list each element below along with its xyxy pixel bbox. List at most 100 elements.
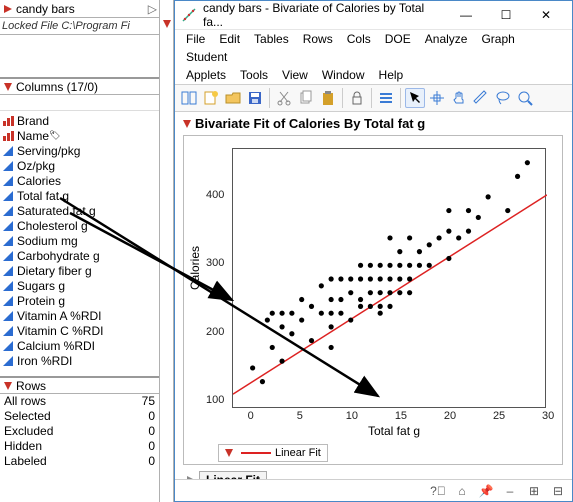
column-item[interactable]: Oz/pkg [0,158,159,173]
titlebar[interactable]: candy bars - Bivariate of Calories by To… [175,1,572,29]
new-icon[interactable] [201,88,221,108]
column-name: Sodium mg [17,234,78,248]
continuous-icon [2,160,14,172]
column-name: Saturated fat g [17,204,96,218]
column-item[interactable]: Calories [0,173,159,188]
column-item[interactable]: Cholesterol g [0,218,159,233]
collapse-icon[interactable]: ⊟ [550,483,566,499]
brush-tool-icon[interactable] [471,88,491,108]
row-label: Selected [4,409,51,424]
rows-stat[interactable]: All rows75 [0,394,159,409]
x-tick: 15 [395,410,407,422]
copy-icon[interactable] [296,88,316,108]
rows-stat[interactable]: Excluded0 [0,424,159,439]
window-title: candy bars - Bivariate of Calories by To… [203,1,446,29]
menu-file[interactable]: File [179,30,212,48]
fit-line-swatch [241,452,271,454]
menu-help[interactable]: Help [372,66,411,84]
menu-applets[interactable]: Applets [179,66,233,84]
panel-menu-icon[interactable]: ▷ [143,2,157,16]
disclosure-icon[interactable] [161,18,173,30]
crosshair-tool-icon[interactable] [427,88,447,108]
column-name: Vitamin A %RDI [17,309,101,323]
bivariate-window: candy bars - Bivariate of Calories by To… [174,0,573,502]
column-name: Oz/pkg [17,159,55,173]
column-name: Serving/pkg [17,144,80,158]
columns-header[interactable]: Columns (17/0) [0,77,159,95]
menu-window[interactable]: Window [315,66,372,84]
y-tick: 300 [206,257,224,269]
save-icon[interactable] [245,88,265,108]
column-item[interactable]: Carbohydrate g [0,248,159,263]
menu-analyze[interactable]: Analyze [418,30,475,48]
lock-icon[interactable] [347,88,367,108]
menu-doe[interactable]: DOE [378,30,418,48]
column-name: Name [17,129,49,143]
column-item[interactable]: Total fat g [0,188,159,203]
row-label: Hidden [4,439,42,454]
hand-tool-icon[interactable] [449,88,469,108]
column-name: Cholesterol g [17,219,88,233]
minimize-button[interactable]: — [446,2,486,28]
menu-graph[interactable]: Graph [474,30,521,48]
arrow-tool-icon[interactable] [405,88,425,108]
column-name: Vitamin C %RDI [17,324,103,338]
column-item[interactable]: Iron %RDI [0,353,159,368]
scatter-chart[interactable]: Calories Total fat g 1002003004000510152… [188,140,558,440]
panel-toggle-icon[interactable] [179,88,199,108]
maximize-button[interactable]: ☐ [486,2,526,28]
rows-header[interactable]: Rows [0,376,159,394]
lasso-tool-icon[interactable] [493,88,513,108]
continuous-icon [2,175,14,187]
fit-legend[interactable]: Linear Fit [218,444,328,462]
menu-edit[interactable]: Edit [212,30,247,48]
column-item[interactable]: Vitamin A %RDI [0,308,159,323]
continuous-icon [2,280,14,292]
pin-icon[interactable]: 📌 [478,483,494,499]
rows-stat[interactable]: Selected0 [0,409,159,424]
column-item[interactable]: Sugars g [0,278,159,293]
menu-cols[interactable]: Cols [340,30,378,48]
column-name: Total fat g [17,189,69,203]
rows-stat[interactable]: Labeled0 [0,454,159,469]
continuous-icon [2,325,14,337]
column-item[interactable]: Protein g [0,293,159,308]
column-item[interactable]: Dietary fiber g [0,263,159,278]
rows-stat[interactable]: Hidden0 [0,439,159,454]
paste-icon[interactable] [318,88,338,108]
close-button[interactable]: ✕ [526,2,566,28]
open-icon[interactable] [223,88,243,108]
minus-icon[interactable]: – [502,483,518,499]
help-icon[interactable]: ?⃝ [430,483,446,499]
continuous-icon [2,250,14,262]
home-icon[interactable]: ⌂ [454,483,470,499]
column-item[interactable]: Vitamin C %RDI [0,323,159,338]
column-item[interactable]: Brand [0,113,159,128]
bivariate-app-icon [181,7,197,23]
menu-dropdown-icon[interactable] [376,88,396,108]
column-item[interactable]: Sodium mg [0,233,159,248]
column-name: Iron %RDI [17,354,72,368]
column-search-input[interactable] [0,96,159,111]
menu-rows[interactable]: Rows [296,30,340,48]
column-item[interactable]: Saturated fat g [0,203,159,218]
disclosure-icon[interactable] [223,447,235,459]
menu-view[interactable]: View [275,66,315,84]
column-item[interactable]: Calcium %RDI [0,338,159,353]
cut-icon[interactable] [274,88,294,108]
column-item[interactable]: Name 🏷 [0,128,159,143]
menu-tables[interactable]: Tables [247,30,296,48]
continuous-icon [2,220,14,232]
menu-tools[interactable]: Tools [233,66,275,84]
expand-icon[interactable]: ⊞ [526,483,542,499]
disclosure-icon[interactable] [2,81,14,93]
disclosure-icon[interactable] [181,118,193,130]
menu-student[interactable]: Student [179,48,234,66]
data-table-header[interactable]: candy bars ▷ [0,0,159,18]
zoom-tool-icon[interactable] [515,88,535,108]
column-name: Dietary fiber g [17,264,92,278]
disclosure-icon[interactable] [2,380,14,392]
disclosure-icon[interactable] [2,3,14,15]
continuous-icon [2,295,14,307]
column-item[interactable]: Serving/pkg [0,143,159,158]
